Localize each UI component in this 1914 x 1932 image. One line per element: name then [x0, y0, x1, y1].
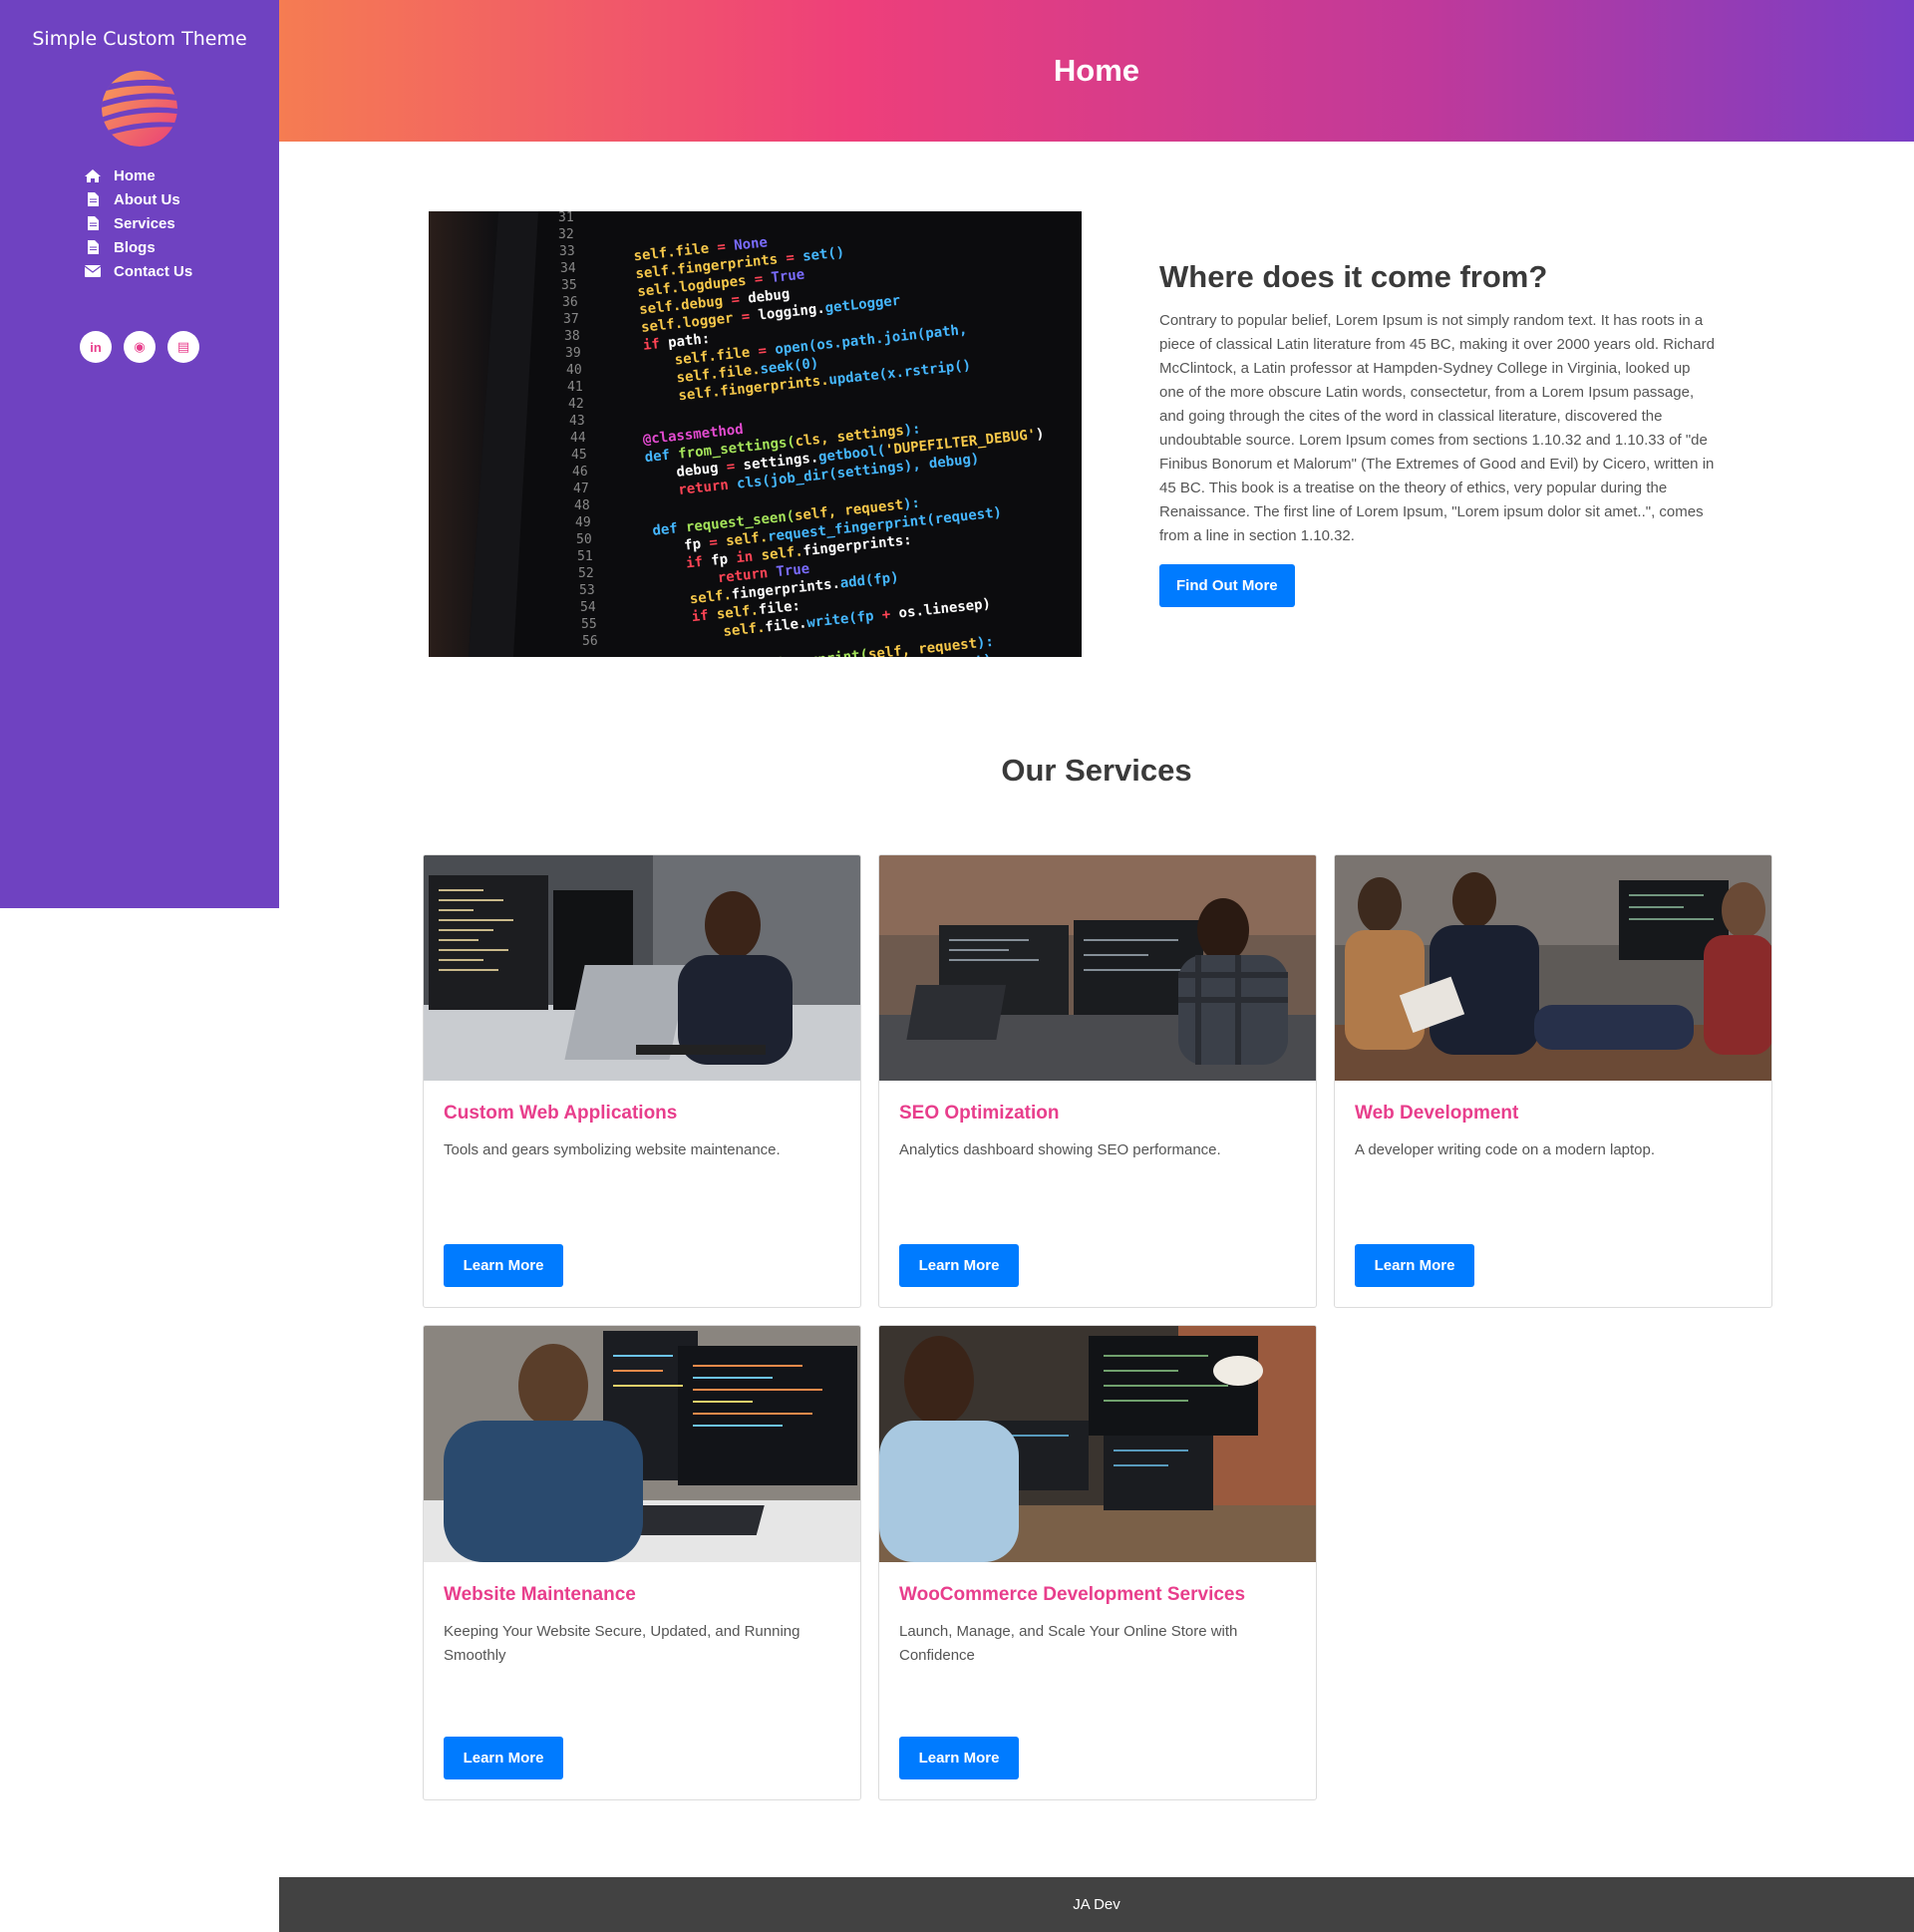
service-card-seo-optimization: SEO Optimization Analytics dashboard sho… — [878, 854, 1317, 1308]
learn-more-button[interactable]: Learn More — [444, 1737, 563, 1779]
github-icon[interactable]: ◉ — [124, 331, 156, 363]
footer: JA Dev — [279, 1877, 1914, 1932]
nav-item-services[interactable]: Services — [84, 211, 279, 235]
svg-text:43: 43 — [569, 414, 585, 429]
service-card-custom-web-applications: Custom Web Applications Tools and gears … — [423, 854, 861, 1308]
file-icon — [84, 240, 102, 254]
card-description: A developer writing code on a modern lap… — [1355, 1141, 1656, 1158]
home-icon — [84, 168, 102, 182]
nav-label: About Us — [114, 190, 180, 208]
service-card-website-maintenance: Website Maintenance Keeping Your Website… — [423, 1325, 861, 1800]
file-icon — [84, 192, 102, 206]
svg-text:41: 41 — [567, 380, 583, 395]
footer-text: JA Dev — [1073, 1896, 1120, 1913]
about-body: Contrary to popular belief, Lorem Ipsum … — [1159, 312, 1715, 544]
learn-more-button[interactable]: Learn More — [899, 1244, 1019, 1287]
svg-text:52: 52 — [578, 566, 594, 581]
svg-text:53: 53 — [579, 583, 595, 598]
learn-more-button[interactable]: Learn More — [899, 1737, 1019, 1779]
nav-label: Home — [114, 166, 156, 184]
svg-text:51: 51 — [577, 549, 593, 564]
svg-text:50: 50 — [576, 532, 592, 547]
page-title: Home — [1053, 53, 1140, 88]
services-title: Our Services — [1001, 753, 1192, 788]
svg-text:46: 46 — [572, 465, 588, 480]
svg-text:55: 55 — [581, 617, 597, 632]
service-card-woocommerce-development: WooCommerce Development Services Launch,… — [878, 1325, 1317, 1800]
svg-text:47: 47 — [573, 482, 589, 496]
about-section: Where does it come from? Contrary to pop… — [1159, 259, 1718, 607]
card-description: Launch, Manage, and Scale Your Online St… — [899, 1623, 1238, 1664]
card-title[interactable]: SEO Optimization — [899, 1103, 1296, 1125]
svg-text:37: 37 — [563, 312, 579, 327]
svg-text:35: 35 — [561, 278, 577, 293]
card-description: Analytics dashboard showing SEO performa… — [899, 1141, 1221, 1158]
resume-icon[interactable]: ▤ — [167, 331, 199, 363]
svg-text:40: 40 — [566, 363, 582, 378]
svg-text:54: 54 — [580, 600, 596, 615]
nav-item-about-us[interactable]: About Us — [84, 187, 279, 211]
svg-text:33: 33 — [559, 244, 575, 259]
card-description: Tools and gears symbolizing website main… — [444, 1141, 781, 1158]
woman-coding-photo — [424, 1326, 860, 1562]
team-meeting-photo — [1335, 855, 1771, 1081]
developer-dual-monitors-photo — [879, 855, 1316, 1081]
card-title[interactable]: Web Development — [1355, 1103, 1752, 1125]
find-out-more-button[interactable]: Find Out More — [1159, 564, 1295, 607]
envelope-icon — [84, 264, 102, 278]
developer-laptops-photo — [879, 1326, 1316, 1562]
page-header: Home — [279, 0, 1914, 142]
service-card-web-development: Web Development A developer writing code… — [1334, 854, 1772, 1308]
code-screen-image: 31 32 33 34 35 36 37 38 39 40 41 42 43 44 45 46 47 4… — [429, 211, 1082, 657]
nav-label: Services — [114, 214, 175, 232]
developer-at-desktop-photo — [424, 855, 860, 1081]
card-title[interactable]: Website Maintenance — [444, 1584, 840, 1606]
svg-text:39: 39 — [565, 346, 581, 361]
about-heading: Where does it come from? — [1159, 259, 1548, 294]
learn-more-button[interactable]: Learn More — [1355, 1244, 1474, 1287]
nav-item-contact-us[interactable]: Contact Us — [84, 259, 279, 283]
card-title[interactable]: Custom Web Applications — [444, 1103, 840, 1125]
svg-text:45: 45 — [571, 448, 587, 463]
svg-text:48: 48 — [574, 498, 590, 513]
nav-label: Blogs — [114, 238, 156, 256]
svg-text:42: 42 — [568, 397, 584, 412]
svg-text:31: 31 — [558, 211, 574, 225]
nav-item-blogs[interactable]: Blogs — [84, 235, 279, 259]
card-title[interactable]: WooCommerce Development Services — [899, 1584, 1296, 1606]
social-links: in ◉ ▤ — [0, 331, 279, 363]
linkedin-icon[interactable]: in — [80, 331, 112, 363]
striped-globe-logo — [102, 71, 177, 147]
site-logo[interactable] — [101, 70, 178, 148]
svg-text:32: 32 — [558, 227, 574, 242]
site-title[interactable]: Simple Custom Theme — [0, 0, 279, 50]
nav-item-home[interactable]: Home — [84, 163, 279, 187]
svg-text:36: 36 — [562, 295, 578, 310]
learn-more-button[interactable]: Learn More — [444, 1244, 563, 1287]
card-description: Keeping Your Website Secure, Updated, an… — [444, 1623, 800, 1664]
svg-text:38: 38 — [564, 329, 580, 344]
svg-text:49: 49 — [575, 515, 591, 530]
svg-text:34: 34 — [560, 261, 576, 276]
nav-label: Contact Us — [114, 262, 193, 280]
sidebar-nav: Home About Us Services Blogs Contact Us — [84, 163, 279, 283]
file-icon — [84, 216, 102, 230]
svg-text:56: 56 — [582, 634, 598, 649]
sidebar: Simple Custom Theme Home About Us Servic… — [0, 0, 279, 908]
svg-text:44: 44 — [570, 431, 586, 446]
